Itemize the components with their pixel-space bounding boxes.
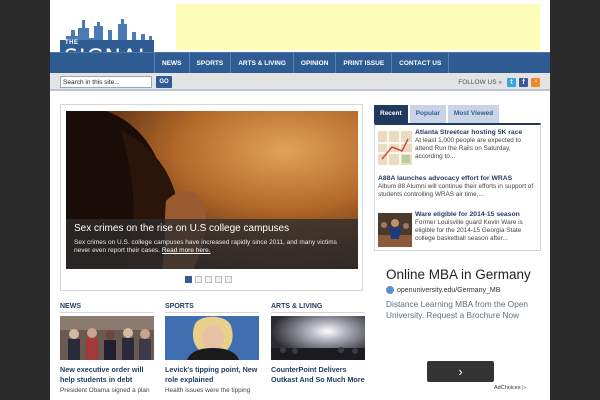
nav-sports[interactable]: SPORTS bbox=[188, 53, 231, 74]
recent-item-title[interactable]: Ware eligible for 2014-15 season bbox=[415, 211, 539, 218]
ad-favicon-icon bbox=[386, 286, 394, 294]
tab-most-viewed[interactable]: Most Viewed bbox=[447, 105, 500, 123]
ad-url-row[interactable]: openuniversity.edu/Germany_MB bbox=[386, 286, 536, 294]
slide-title[interactable]: Sex crimes on the rise on U.S college ca… bbox=[74, 223, 350, 234]
category-article-text: Health issues were the tipping bbox=[165, 387, 251, 394]
category-arts-living: ARTS & LIVING CounterPoint Delivers Outk… bbox=[271, 303, 365, 387]
slider-dot-3[interactable] bbox=[205, 276, 212, 283]
slider-pager bbox=[185, 276, 232, 283]
category-heading[interactable]: NEWS bbox=[60, 303, 154, 313]
search-bar: GO FOLLOW US » t f ◔ bbox=[50, 73, 550, 91]
map-thumbnail-image bbox=[378, 131, 412, 165]
recent-item-text: Album 88 Alumni will continue their effo… bbox=[378, 183, 534, 199]
list-item: Atlanta Streetcar hosting 5K race At lea… bbox=[378, 129, 538, 167]
category-article-title[interactable]: CounterPoint Delivers Outkast And So Muc… bbox=[271, 365, 365, 384]
slide-text: Sex crimes on U.S. college campuses have… bbox=[74, 239, 350, 255]
category-image[interactable] bbox=[271, 316, 365, 360]
ad-arrow-button[interactable]: › bbox=[427, 361, 494, 382]
nav-arts-living[interactable]: ARTS & LIVING bbox=[230, 53, 293, 74]
slide-read-more-link[interactable]: Read more here. bbox=[162, 247, 211, 254]
tab-recent[interactable]: Recent bbox=[374, 105, 408, 123]
category-image[interactable] bbox=[60, 316, 154, 360]
follow-us: FOLLOW US » t f ◔ bbox=[458, 76, 540, 88]
thumbnail-basketball[interactable] bbox=[378, 213, 412, 247]
list-item: Ware eligible for 2014-15 season Former … bbox=[378, 211, 538, 249]
twitter-icon[interactable]: t bbox=[507, 77, 516, 87]
tab-popular[interactable]: Popular bbox=[409, 105, 446, 123]
category-sports: SPORTS Levick's tipping point, New role … bbox=[165, 303, 259, 394]
sidebar-ad[interactable]: Online MBA in Germany openuniversity.edu… bbox=[386, 267, 536, 397]
featured-slider: Sex crimes on the rise on U.S college ca… bbox=[60, 104, 363, 291]
ad-title[interactable]: Online MBA in Germany bbox=[386, 267, 536, 283]
search-input[interactable] bbox=[60, 76, 152, 88]
category-image[interactable] bbox=[165, 316, 259, 360]
nav-opinion[interactable]: OPINION bbox=[292, 53, 335, 74]
rss-icon[interactable]: ◔ bbox=[531, 77, 540, 87]
category-article-title[interactable]: New executive order will help students i… bbox=[60, 365, 154, 384]
page: THE SIGNAL NEWS SPORTS ARTS & LIVING OPI… bbox=[50, 0, 550, 400]
slide-caption: Sex crimes on the rise on U.S college ca… bbox=[66, 219, 358, 269]
ad-description: Distance Learning MBA from the Open Univ… bbox=[386, 299, 529, 320]
search-go-button[interactable]: GO bbox=[156, 76, 172, 88]
category-heading[interactable]: ARTS & LIVING bbox=[271, 303, 365, 313]
list-item: A88A launches advocacy effort for WRAS A… bbox=[378, 175, 538, 199]
recent-item-text: At least 1,000 people are expected to at… bbox=[415, 137, 521, 161]
sidebar-tabs: Recent Popular Most Viewed bbox=[374, 105, 500, 123]
slider-dot-4[interactable] bbox=[215, 276, 222, 283]
nav-print-issue[interactable]: PRINT ISSUE bbox=[335, 53, 391, 74]
slide-image[interactable]: Sex crimes on the rise on U.S college ca… bbox=[66, 111, 358, 269]
thumbnail-map[interactable] bbox=[378, 131, 412, 165]
facebook-icon[interactable]: f bbox=[519, 77, 528, 87]
category-news: NEWS New executive order will help stude… bbox=[60, 303, 154, 394]
ad-url: openuniversity.edu/Germany_MB bbox=[397, 286, 501, 294]
recent-item-text: Former Louisville guard Kevin Ware is el… bbox=[415, 219, 523, 243]
recent-item-title[interactable]: A88A launches advocacy effort for WRAS bbox=[378, 175, 538, 182]
arts-photo bbox=[271, 316, 365, 360]
recent-posts-widget: Atlanta Streetcar hosting 5K race At lea… bbox=[374, 123, 541, 251]
news-photo bbox=[60, 316, 154, 360]
basketball-thumbnail-image bbox=[378, 213, 412, 247]
adchoices-link[interactable]: AdChoices ▷ bbox=[494, 385, 526, 391]
slider-dot-1[interactable] bbox=[185, 276, 192, 283]
follow-us-label: FOLLOW US » bbox=[458, 78, 502, 86]
recent-item-title[interactable]: Atlanta Streetcar hosting 5K race bbox=[415, 129, 539, 136]
main-navbar: NEWS SPORTS ARTS & LIVING OPINION PRINT … bbox=[50, 52, 550, 74]
nav-news[interactable]: NEWS bbox=[154, 53, 189, 74]
slider-dot-2[interactable] bbox=[195, 276, 202, 283]
slider-dot-5[interactable] bbox=[225, 276, 232, 283]
category-article-text: President Obama signed a plan bbox=[60, 387, 150, 394]
sports-photo bbox=[165, 316, 259, 360]
top-banner-ad[interactable] bbox=[176, 4, 540, 50]
category-heading[interactable]: SPORTS bbox=[165, 303, 259, 313]
nav-contact-us[interactable]: CONTACT US bbox=[391, 53, 450, 74]
category-article-title[interactable]: Levick's tipping point, New role explain… bbox=[165, 365, 259, 384]
